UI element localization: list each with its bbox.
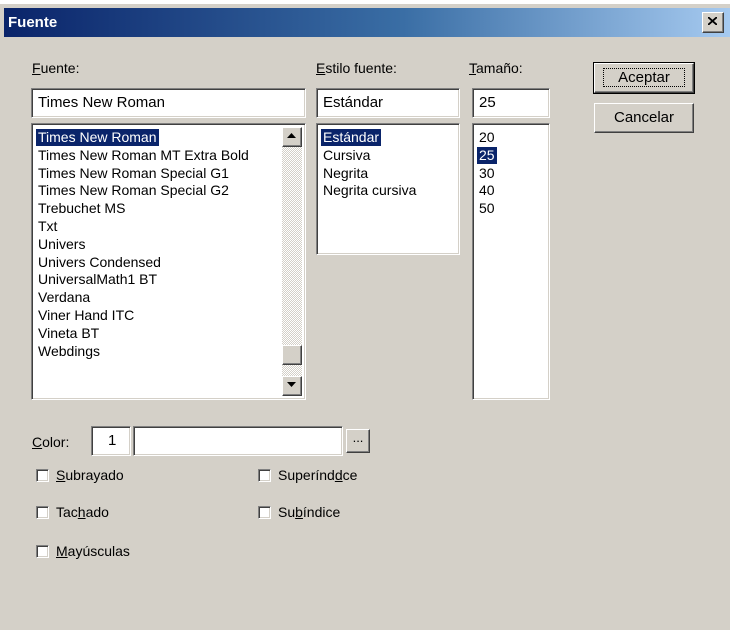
- size-label: Tamaño:: [469, 60, 523, 76]
- scroll-thumb[interactable]: [282, 345, 302, 365]
- font-list-item[interactable]: Times New Roman Special G2: [36, 182, 231, 199]
- arrow-down-icon: [287, 382, 296, 387]
- close-button[interactable]: [702, 12, 724, 33]
- font-list-item[interactable]: Webdings: [36, 343, 102, 360]
- subscript-checkbox[interactable]: Subíndice: [258, 504, 340, 520]
- size-input[interactable]: 25: [472, 88, 550, 118]
- style-list-item[interactable]: Negrita: [321, 165, 370, 182]
- font-list-item[interactable]: Trebuchet MS: [36, 200, 127, 217]
- style-list-item[interactable]: Estándar: [321, 129, 382, 146]
- color-browse-button[interactable]: ...: [346, 429, 370, 453]
- accept-button-label: Aceptar: [603, 68, 685, 87]
- font-list-item[interactable]: Univers Condensed: [36, 254, 163, 271]
- underline-checkbox-box[interactable]: [36, 468, 49, 482]
- accept-button[interactable]: Aceptar: [593, 62, 695, 94]
- font-list-item[interactable]: Times New Roman Special G1: [36, 165, 231, 182]
- font-list-item[interactable]: Univers: [36, 236, 87, 253]
- uppercase-checkbox[interactable]: Mayúsculas: [36, 543, 130, 559]
- font-dialog: Fuente Fuente: Estilo fuente: Tamaño: Ti…: [0, 4, 730, 630]
- size-list-item[interactable]: 50: [477, 200, 497, 217]
- underline-label: Subrayado: [56, 467, 124, 483]
- font-label: Fuente:: [32, 60, 80, 76]
- uppercase-label: Mayúsculas: [56, 543, 130, 559]
- title-bar: Fuente: [4, 8, 730, 37]
- font-list-item[interactable]: Txt: [36, 218, 59, 235]
- size-list-item[interactable]: 30: [477, 165, 497, 182]
- style-list-item[interactable]: Cursiva: [321, 147, 372, 164]
- color-index-field[interactable]: 1: [91, 426, 131, 456]
- style-list[interactable]: Estándar Cursiva Negrita Negrita cursiva: [316, 123, 460, 255]
- color-index-value: 1: [108, 432, 117, 449]
- color-preview-field[interactable]: [133, 426, 343, 456]
- superscript-label: Superínddce: [278, 467, 358, 483]
- size-list[interactable]: 20 25 30 40 50: [472, 123, 550, 400]
- font-list-item[interactable]: Times New Roman MT Extra Bold: [36, 147, 251, 164]
- style-input[interactable]: Estándar: [316, 88, 460, 118]
- strikethrough-checkbox[interactable]: Tachado: [36, 504, 109, 520]
- underline-checkbox[interactable]: Subrayado: [36, 467, 124, 483]
- superscript-checkbox-box[interactable]: [258, 468, 271, 482]
- font-input-value: Times New Roman: [38, 94, 165, 111]
- style-label: Estilo fuente:: [316, 60, 397, 76]
- cancel-button-label: Cancelar: [613, 109, 675, 126]
- superscript-checkbox[interactable]: Superínddce: [258, 467, 357, 483]
- font-list-item[interactable]: Verdana: [36, 289, 92, 306]
- window-title: Fuente: [8, 14, 58, 31]
- font-list-item[interactable]: UniversalMath1 BT: [36, 271, 159, 288]
- cancel-button[interactable]: Cancelar: [594, 103, 694, 133]
- style-input-value: Estándar: [323, 94, 384, 111]
- size-list-item[interactable]: 25: [477, 146, 497, 164]
- subscript-label: Subíndice: [278, 504, 341, 520]
- subscript-checkbox-box[interactable]: [258, 505, 271, 519]
- close-icon: [708, 17, 717, 25]
- size-list-item[interactable]: 20: [477, 129, 497, 146]
- strikethrough-checkbox-box[interactable]: [36, 505, 49, 519]
- font-list-scrollbar[interactable]: [282, 127, 302, 396]
- font-list-item[interactable]: Viner Hand ITC: [36, 307, 136, 324]
- font-input[interactable]: Times New Roman: [31, 88, 306, 118]
- font-list[interactable]: Times New Roman Times New Roman MT Extra …: [31, 123, 306, 400]
- arrow-up-icon: [287, 133, 296, 138]
- size-input-value: 25: [479, 94, 496, 111]
- font-list-item[interactable]: Vineta BT: [36, 325, 101, 342]
- size-list-item[interactable]: 40: [477, 182, 497, 199]
- font-list-item[interactable]: Times New Roman: [36, 129, 159, 146]
- color-label: Color:: [32, 434, 70, 450]
- color-browse-label: ...: [352, 430, 364, 445]
- scroll-down-button[interactable]: [282, 376, 302, 396]
- style-list-item[interactable]: Negrita cursiva: [321, 182, 418, 199]
- strikethrough-label: Tachado: [56, 504, 109, 520]
- uppercase-checkbox-box[interactable]: [36, 544, 49, 558]
- scroll-up-button[interactable]: [282, 127, 302, 147]
